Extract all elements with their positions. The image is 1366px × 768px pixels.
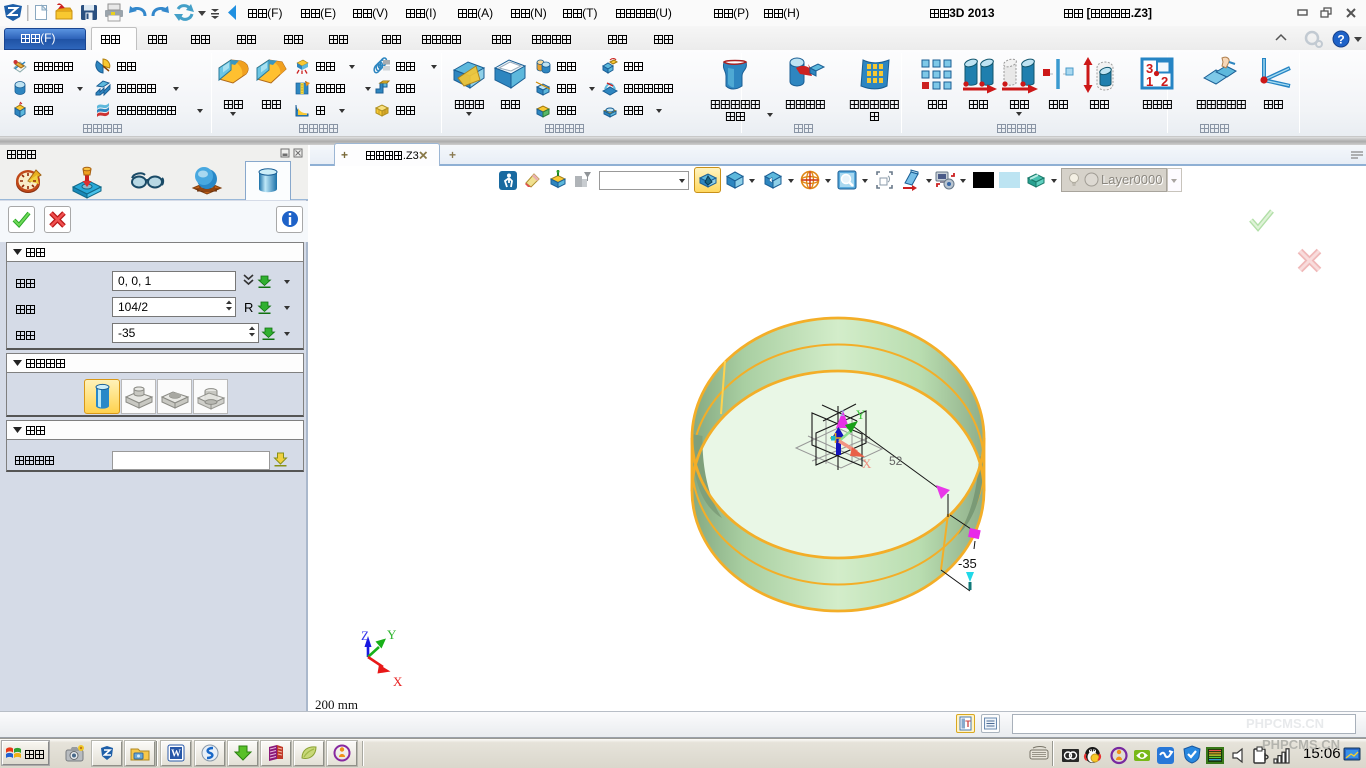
svg-text:2: 2 — [1161, 74, 1168, 89]
svg-text:z: z — [840, 408, 845, 419]
svg-text:Z: Z — [361, 628, 369, 643]
svg-text:X: X — [862, 456, 872, 471]
svg-text:W: W — [171, 749, 181, 760]
svg-text:-35: -35 — [958, 556, 977, 571]
svg-text:Y: Y — [387, 627, 397, 642]
svg-text:Y: Y — [856, 407, 866, 422]
svg-text:?: ? — [1337, 33, 1344, 47]
svg-text:200 mm: 200 mm — [315, 697, 358, 712]
svg-text:1: 1 — [1146, 74, 1153, 89]
svg-text:T: T — [965, 719, 971, 729]
svg-text:X: X — [393, 674, 403, 689]
svg-text:52: 52 — [889, 454, 903, 468]
